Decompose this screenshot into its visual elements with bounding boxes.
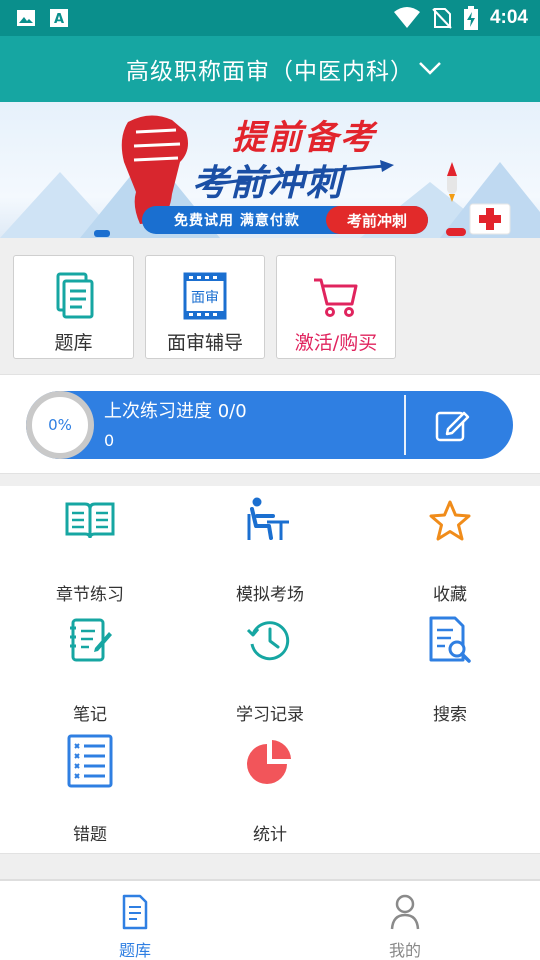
banner-strip: 免费试用 满意付款 考前冲刺 [142, 206, 428, 234]
exam-desk-icon [247, 497, 289, 540]
banner-strip-text: 免费试用 满意付款 [174, 213, 300, 229]
progress-percent-circle: 0% [26, 391, 94, 459]
edit-icon[interactable] [434, 407, 470, 443]
grid-item-label: 笔记 [73, 705, 107, 725]
text-a-icon: A [50, 9, 68, 27]
progress-section: 0% 上次练习进度 0/0 0 [0, 374, 540, 474]
progress-percent-label: 0% [48, 416, 72, 434]
status-bar: A 4:04 [0, 0, 540, 36]
shortcut-label: 面审辅导 [166, 332, 243, 354]
question-bank-icon [56, 272, 93, 319]
grid-item-label: 错题 [73, 825, 107, 845]
shortcut-question-bank[interactable]: 题库 [13, 255, 134, 359]
grid-item-label: 统计 [253, 825, 287, 845]
clock: 4:04 [489, 7, 528, 28]
tab-label: 题库 [118, 941, 151, 960]
wifi-icon [393, 7, 420, 28]
bottom-nav: 题库 我的 [0, 879, 540, 960]
app-header: 高级职称面审（中医内科） [0, 36, 540, 102]
grid-item-study-history[interactable]: 学习记录 [180, 606, 360, 726]
grid-item-label: 学习记录 [236, 705, 304, 725]
grid-item-wrong-questions[interactable]: 错题 [0, 726, 180, 846]
image-icon [17, 10, 35, 26]
shortcut-activate-buy[interactable]: 激活/购买 [276, 255, 396, 359]
grid-item-label: 搜索 [433, 705, 467, 725]
grid-item-label: 章节练习 [56, 585, 124, 605]
page-title[interactable]: 高级职称面审（中医内科） [126, 52, 414, 86]
banner-strip-highlight: 考前冲刺 [326, 206, 428, 234]
grid-item-chapter-practice[interactable]: 章节练习 [0, 486, 180, 606]
banner-title-bottom: 考前冲刺 [192, 163, 345, 204]
star-icon [429, 500, 471, 541]
grid-item-favorites[interactable]: 收藏 [360, 486, 540, 606]
progress-divider [404, 395, 406, 455]
document-search-icon [429, 616, 471, 663]
history-clock-icon [246, 621, 290, 661]
shortcut-interview-guide[interactable]: 面审 面审辅导 [145, 255, 265, 359]
svg-text:面审: 面审 [191, 290, 219, 306]
tab-question-bank[interactable]: 题库 [0, 881, 270, 960]
progress-title: 上次练习进度 0/0 [104, 401, 247, 422]
shortcut-label: 激活/购买 [294, 332, 378, 354]
promo-banner[interactable]: 提前备考 考前冲刺 免费试用 满意付款 考前冲刺 [0, 102, 540, 238]
grid-item-notes[interactable]: 笔记 [0, 606, 180, 726]
document-icon [122, 894, 148, 930]
shopping-cart-icon [314, 278, 358, 317]
open-book-icon [65, 502, 115, 539]
person-icon [390, 894, 420, 930]
shortcut-label: 题库 [54, 332, 93, 354]
last-progress-bar[interactable]: 0% 上次练习进度 0/0 0 [26, 391, 513, 459]
grid-item-label: 收藏 [433, 585, 467, 605]
banner-title-top: 提前备考 [232, 118, 376, 158]
chevron-down-icon[interactable] [418, 58, 442, 78]
feature-grid: 章节练习 模拟考场 收藏 笔记 学习记录 搜索 错题 统计 [0, 486, 540, 854]
svg-text:A: A [54, 12, 64, 27]
notepad-icon [70, 618, 112, 662]
battery-charging-icon [463, 6, 478, 30]
tab-mine[interactable]: 我的 [270, 881, 540, 960]
tab-label: 我的 [388, 941, 421, 960]
grid-item-statistics[interactable]: 统计 [180, 726, 360, 846]
wrong-list-icon [67, 734, 113, 788]
grid-item-mock-exam[interactable]: 模拟考场 [180, 486, 360, 606]
pie-chart-icon [247, 740, 291, 784]
interview-film-icon: 面审 [183, 272, 227, 320]
progress-subtitle: 0 [104, 431, 115, 450]
grid-item-search[interactable]: 搜索 [360, 606, 540, 726]
grid-item-label: 模拟考场 [236, 585, 304, 605]
no-sim-icon [432, 8, 452, 29]
